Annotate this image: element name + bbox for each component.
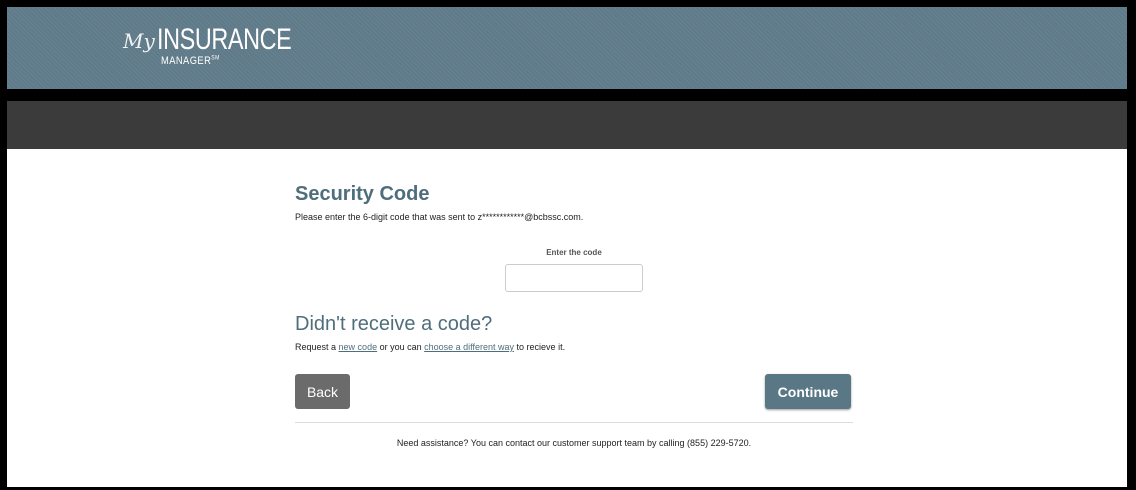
assistance-text: Need assistance? You can contact our cus… [396, 438, 752, 448]
resend-title: Didn't receive a code? [295, 313, 493, 335]
security-code-description: Please enter the 6-digit code that was s… [295, 212, 584, 222]
divider [295, 422, 853, 423]
resend-text: Request a new code or you can choose a d… [295, 342, 566, 352]
logo-my: My [123, 29, 155, 53]
choose-different-way-link[interactable]: choose a different way [424, 342, 514, 352]
continue-button[interactable]: Continue [765, 374, 851, 409]
code-field: Enter the code [505, 248, 643, 292]
code-input[interactable] [505, 264, 643, 292]
back-button[interactable]: Back [295, 374, 350, 409]
header-divider [7, 89, 1127, 101]
security-code-form: Security Code Please enter the 6-digit c… [295, 182, 855, 448]
header-banner: My INSURANCE MANAGERSM [7, 7, 1127, 89]
new-code-link[interactable]: new code [339, 342, 378, 352]
navbar [7, 101, 1127, 149]
logo-insurance: INSURANCE [156, 23, 292, 56]
page-frame: My INSURANCE MANAGERSM Security Code Ple… [7, 7, 1127, 487]
code-field-label: Enter the code [546, 248, 602, 257]
logo-sm: SM [211, 55, 220, 62]
security-code-title: Security Code [295, 183, 430, 205]
my-insurance-manager-logo[interactable]: My INSURANCE MANAGERSM [123, 23, 329, 68]
logo-manager: MANAGER [160, 55, 212, 67]
